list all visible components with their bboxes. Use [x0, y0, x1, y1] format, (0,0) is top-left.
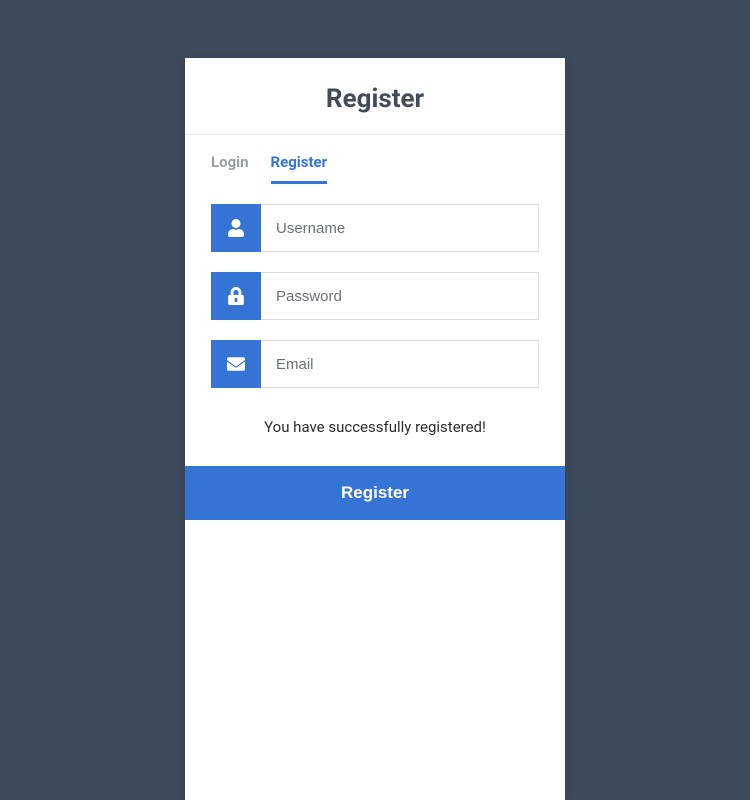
username-input[interactable]: [261, 204, 539, 252]
envelope-icon: [211, 340, 261, 388]
password-group: [211, 272, 539, 320]
username-group: [211, 204, 539, 252]
email-input[interactable]: [261, 340, 539, 388]
password-input[interactable]: [261, 272, 539, 320]
email-group: [211, 340, 539, 388]
tab-login[interactable]: Login: [211, 153, 249, 184]
status-message: You have successfully registered!: [211, 408, 539, 456]
register-card: Register Login Register: [185, 58, 565, 800]
tab-bar: Login Register: [185, 135, 565, 184]
page-background: Register Login Register: [0, 0, 750, 800]
card-header: Register: [185, 58, 565, 135]
user-icon: [211, 204, 261, 252]
form-body: You have successfully registered!: [185, 184, 565, 466]
tab-register[interactable]: Register: [271, 153, 328, 184]
register-button[interactable]: Register: [185, 466, 565, 520]
page-title: Register: [185, 84, 565, 114]
lock-icon: [211, 272, 261, 320]
